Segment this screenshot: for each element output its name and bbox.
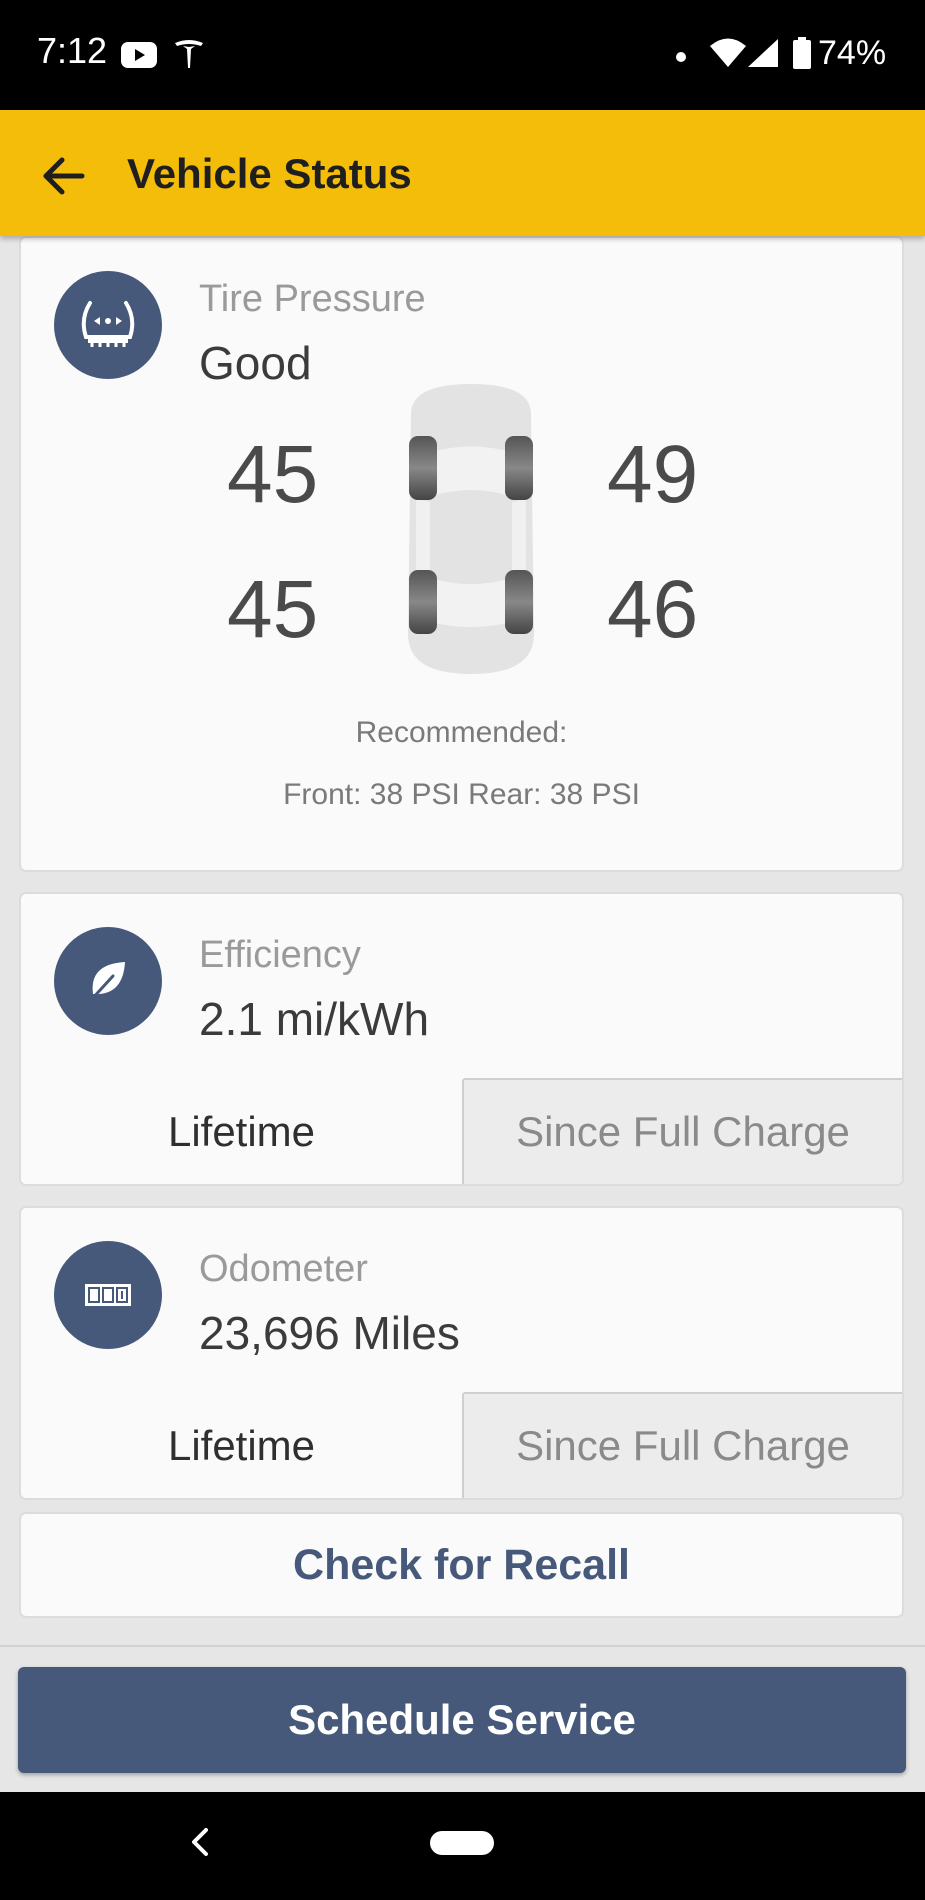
efficiency-label: Efficiency [199,934,361,976]
arrow-left-icon [43,157,85,195]
check-for-recall-label: Check for Recall [293,1540,630,1589]
tesla-icon [173,38,205,75]
battery-percentage: 74% [818,34,887,72]
efficiency-tab-since-full-charge[interactable]: Since Full Charge [464,1078,902,1184]
odometer-tab-since-full-charge[interactable]: Since Full Charge [464,1392,902,1498]
youtube-icon [121,42,157,73]
tire-rear-right-icon [505,570,533,634]
odometer-tab-lifetime[interactable]: Lifetime [21,1392,464,1498]
odometer-segmented-control: Lifetime Since Full Charge [21,1392,902,1498]
schedule-service-button[interactable]: Schedule Service [18,1667,906,1773]
odometer-icon [54,1241,162,1349]
odometer-label: Odometer [199,1248,368,1290]
home-pill-icon[interactable] [430,1831,494,1855]
tire-front-right-icon [505,436,533,500]
leaf-icon [54,927,162,1035]
efficiency-value: 2.1 mi/kWh [199,993,430,1045]
back-button[interactable] [36,148,92,204]
tire-pressure-status: Good [199,337,312,389]
efficiency-tab-lifetime[interactable]: Lifetime [21,1078,464,1184]
odometer-value: 23,696 Miles [199,1307,460,1359]
recommended-values: Front: 38 PSI Rear: 38 PSI [283,778,640,811]
efficiency-segmented-control: Lifetime Since Full Charge [21,1078,902,1184]
divider [0,1645,925,1647]
nav-back-icon[interactable] [188,1824,212,1860]
check-for-recall-button[interactable]: Check for Recall [19,1512,904,1618]
tire-front-right-psi: 49 [607,429,699,520]
tire-pressure-card: Tire Pressure Good 45 49 45 46 Recommend… [19,236,904,872]
tire-front-left-psi: 45 [227,429,319,520]
wifi-icon [710,37,746,72]
car-top-view-image [408,384,534,674]
tire-pressure-icon [54,271,162,379]
tire-pressure-label: Tire Pressure [199,278,426,320]
notification-dot-icon [675,50,687,68]
app-bar: Vehicle Status [0,110,925,236]
page-title: Vehicle Status [127,150,412,197]
tire-front-left-icon [409,436,437,500]
tire-rear-left-icon [409,570,437,634]
battery-icon [793,37,811,74]
status-bar: 7:12 74% [0,0,925,110]
status-time: 7:12 [37,30,108,71]
tire-rear-left-psi: 45 [227,564,319,655]
odometer-card: Odometer 23,696 Miles Lifetime Since Ful… [19,1206,904,1500]
recommended-title: Recommended: [355,716,568,749]
cell-signal-icon [748,39,778,72]
system-nav-bar [0,1792,925,1900]
tire-rear-right-psi: 46 [607,564,699,655]
efficiency-card: Efficiency 2.1 mi/kWh Lifetime Since Ful… [19,892,904,1186]
